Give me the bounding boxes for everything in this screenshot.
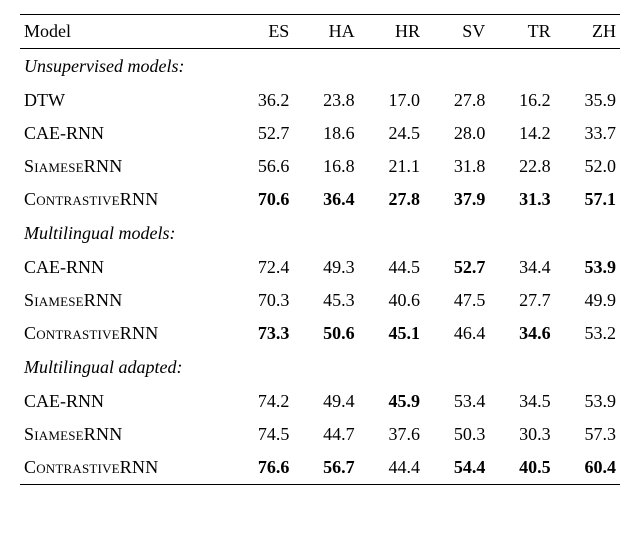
cell-value: 36.4 (293, 183, 358, 216)
col-zh: ZH (555, 15, 620, 49)
cell-value: 53.2 (555, 317, 620, 350)
cell-value: 37.9 (424, 183, 489, 216)
cell-value: 22.8 (489, 150, 554, 183)
cell-value: 50.3 (424, 418, 489, 451)
cell-value: 40.5 (489, 451, 554, 485)
cell-value: 23.8 (293, 84, 358, 117)
cell-value: 35.9 (555, 84, 620, 117)
cell-value: 56.7 (293, 451, 358, 485)
cell-value: 21.1 (359, 150, 424, 183)
section-heading: Multilingual adapted: (20, 350, 620, 385)
table-row: ContrastiveRNN73.350.645.146.434.653.2 (20, 317, 620, 350)
cell-value: 18.6 (293, 117, 358, 150)
cell-value: 33.7 (555, 117, 620, 150)
cell-value: 52.0 (555, 150, 620, 183)
model-name: CAE-RNN (20, 251, 228, 284)
cell-value: 53.4 (424, 385, 489, 418)
col-ha: HA (293, 15, 358, 49)
table-row: SiameseRNN74.544.737.650.330.357.3 (20, 418, 620, 451)
cell-value: 70.6 (228, 183, 293, 216)
cell-value: 44.5 (359, 251, 424, 284)
cell-value: 57.1 (555, 183, 620, 216)
cell-value: 16.8 (293, 150, 358, 183)
cell-value: 45.3 (293, 284, 358, 317)
table-row: CAE-RNN74.249.445.953.434.553.9 (20, 385, 620, 418)
cell-value: 24.5 (359, 117, 424, 150)
cell-value: 52.7 (228, 117, 293, 150)
cell-value: 49.3 (293, 251, 358, 284)
cell-value: 44.7 (293, 418, 358, 451)
col-tr: TR (489, 15, 554, 49)
results-table: Model ES HA HR SV TR ZH Unsupervised mod… (20, 14, 620, 485)
col-sv: SV (424, 15, 489, 49)
table-row: ContrastiveRNN76.656.744.454.440.560.4 (20, 451, 620, 485)
model-name: SiameseRNN (20, 284, 228, 317)
cell-value: 54.4 (424, 451, 489, 485)
section-heading: Multilingual models: (20, 216, 620, 251)
model-name: DTW (20, 84, 228, 117)
cell-value: 31.3 (489, 183, 554, 216)
table-row: CAE-RNN72.449.344.552.734.453.9 (20, 251, 620, 284)
cell-value: 34.6 (489, 317, 554, 350)
col-es: ES (228, 15, 293, 49)
table-row: CAE-RNN52.718.624.528.014.233.7 (20, 117, 620, 150)
model-name: CAE-RNN (20, 385, 228, 418)
cell-value: 28.0 (424, 117, 489, 150)
cell-value: 52.7 (424, 251, 489, 284)
table-row: SiameseRNN70.345.340.647.527.749.9 (20, 284, 620, 317)
table-row: SiameseRNN56.616.821.131.822.852.0 (20, 150, 620, 183)
table-row: DTW36.223.817.027.816.235.9 (20, 84, 620, 117)
cell-value: 70.3 (228, 284, 293, 317)
table-header-row: Model ES HA HR SV TR ZH (20, 15, 620, 49)
cell-value: 74.5 (228, 418, 293, 451)
cell-value: 45.1 (359, 317, 424, 350)
cell-value: 27.8 (359, 183, 424, 216)
cell-value: 27.7 (489, 284, 554, 317)
col-hr: HR (359, 15, 424, 49)
model-name: ContrastiveRNN (20, 451, 228, 485)
cell-value: 53.9 (555, 385, 620, 418)
col-model: Model (20, 15, 228, 49)
model-name: ContrastiveRNN (20, 317, 228, 350)
cell-value: 17.0 (359, 84, 424, 117)
cell-value: 34.4 (489, 251, 554, 284)
cell-value: 49.9 (555, 284, 620, 317)
model-name: SiameseRNN (20, 418, 228, 451)
cell-value: 37.6 (359, 418, 424, 451)
cell-value: 40.6 (359, 284, 424, 317)
cell-value: 76.6 (228, 451, 293, 485)
cell-value: 30.3 (489, 418, 554, 451)
model-name: SiameseRNN (20, 150, 228, 183)
cell-value: 14.2 (489, 117, 554, 150)
cell-value: 50.6 (293, 317, 358, 350)
cell-value: 72.4 (228, 251, 293, 284)
cell-value: 74.2 (228, 385, 293, 418)
cell-value: 31.8 (424, 150, 489, 183)
cell-value: 47.5 (424, 284, 489, 317)
table-row: ContrastiveRNN70.636.427.837.931.357.1 (20, 183, 620, 216)
cell-value: 44.4 (359, 451, 424, 485)
cell-value: 34.5 (489, 385, 554, 418)
cell-value: 36.2 (228, 84, 293, 117)
model-name: CAE-RNN (20, 117, 228, 150)
cell-value: 46.4 (424, 317, 489, 350)
cell-value: 60.4 (555, 451, 620, 485)
cell-value: 53.9 (555, 251, 620, 284)
cell-value: 45.9 (359, 385, 424, 418)
cell-value: 49.4 (293, 385, 358, 418)
cell-value: 56.6 (228, 150, 293, 183)
cell-value: 57.3 (555, 418, 620, 451)
cell-value: 16.2 (489, 84, 554, 117)
cell-value: 27.8 (424, 84, 489, 117)
cell-value: 73.3 (228, 317, 293, 350)
model-name: ContrastiveRNN (20, 183, 228, 216)
section-heading: Unsupervised models: (20, 49, 620, 85)
